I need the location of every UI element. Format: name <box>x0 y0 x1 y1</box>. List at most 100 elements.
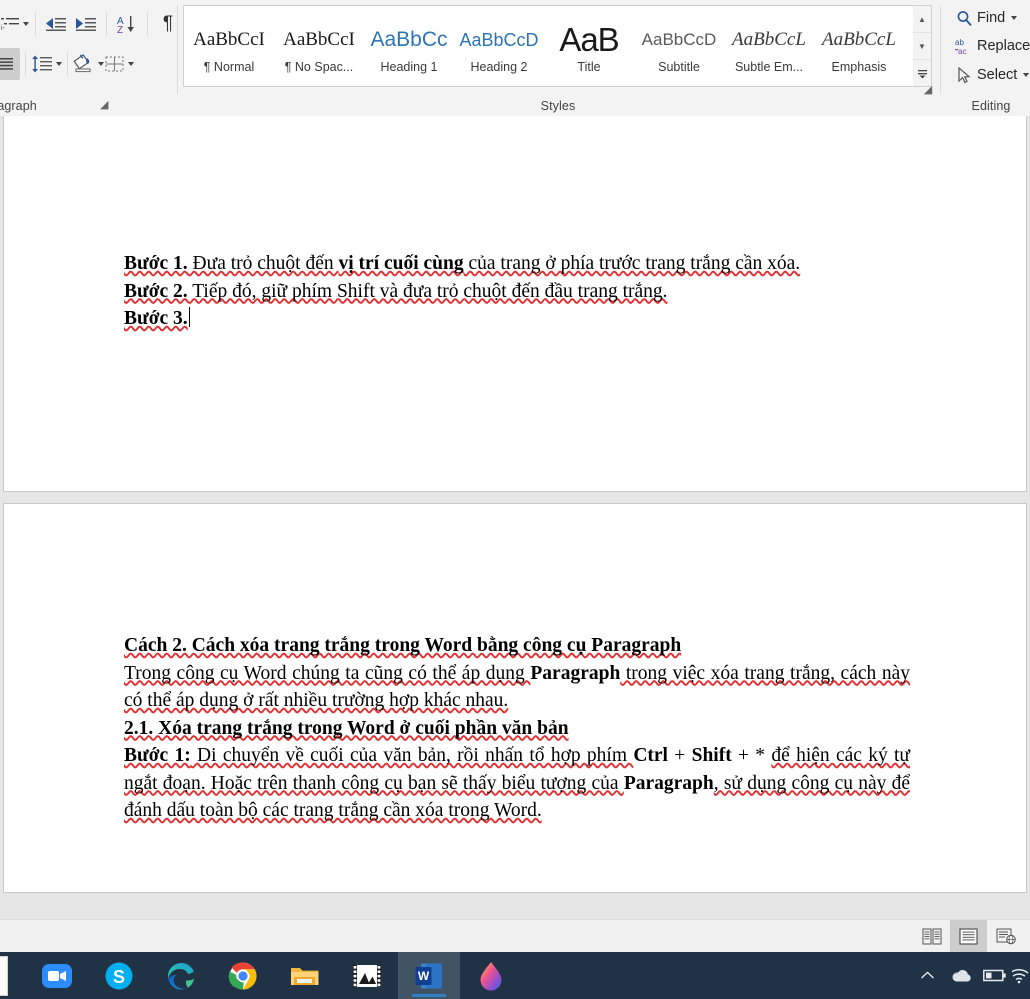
battery-icon <box>983 969 1007 982</box>
document-page-2[interactable]: Cách 2. Cách xóa trang trắng trong Word … <box>3 503 1027 893</box>
wifi-icon <box>1012 968 1030 984</box>
taskbar-item-file-explorer[interactable] <box>274 952 336 999</box>
paragraph-buoc-1: Bước 1. Đưa trỏ chuột đến vị trí cuối cù… <box>124 250 910 278</box>
paragraph-buoc-2: Bước 2. Tiếp đó, giữ phím Shift và đưa t… <box>124 278 910 306</box>
buoc1-text-b: của trang ở phía trước trang trắng cần x… <box>464 253 801 274</box>
align-justify-button[interactable] <box>0 48 20 80</box>
document-page-1[interactable]: Bước 1. Đưa trỏ chuột đến vị trí cuối cù… <box>3 116 1027 492</box>
page-2-text-body[interactable]: Cách 2. Cách xóa trang trắng trong Word … <box>124 632 910 825</box>
style-preview: AaBbCc <box>365 18 453 62</box>
document-canvas[interactable]: Bước 1. Đưa trỏ chuột đến vị trí cuối cù… <box>0 116 1030 919</box>
more-styles-icon <box>917 68 928 79</box>
multilevel-list-button[interactable]: i- <box>0 8 30 40</box>
style-item-emphasis[interactable]: AaBbCcL Emphasis <box>814 6 904 86</box>
divider <box>147 12 148 36</box>
heading-cach-2-text: Cách 2. Cách xóa trang trắng trong Word … <box>124 635 681 656</box>
borders-caret-icon <box>128 62 134 66</box>
word-application-window: i- <box>0 0 1030 999</box>
zoom-icon <box>42 961 72 991</box>
styles-gallery[interactable]: AaBbCcI ¶ Normal AaBbCcI ¶ No Spac... Aa… <box>183 5 915 87</box>
taskbar-running-indicator <box>412 994 446 997</box>
justify-icon <box>0 57 14 72</box>
replace-button[interactable]: ab ac Replace <box>951 33 1030 59</box>
taskbar-item-skype[interactable]: S <box>88 952 150 999</box>
decrease-indent-button[interactable] <box>41 8 71 40</box>
page-1-text-body[interactable]: Bước 1. Đưa trỏ chuột đến vị trí cuối cù… <box>124 250 910 333</box>
svg-text:ab: ab <box>955 38 964 47</box>
buoc1-label: Bước 1. <box>124 253 188 274</box>
microsoft-edge-icon <box>166 961 196 991</box>
styles-dialog-launcher[interactable]: ◢ <box>922 84 934 96</box>
indent-left-icon <box>45 16 67 33</box>
read-mode-button[interactable] <box>913 920 950 953</box>
select-caret-icon <box>1023 73 1029 77</box>
style-item-subtitle[interactable]: AaBbCcD Subtitle <box>634 6 724 86</box>
taskbar-item-zoom[interactable] <box>26 952 88 999</box>
show-hidden-icons-button[interactable] <box>910 952 944 999</box>
taskbar-item-paint-3d[interactable] <box>460 952 522 999</box>
divider <box>35 12 36 36</box>
buoc3-label: Bước 3. <box>124 308 188 329</box>
borders-button[interactable] <box>104 48 134 80</box>
network-tray-button[interactable] <box>1012 952 1030 999</box>
style-label: ¶ No Spac... <box>285 60 354 74</box>
windows-taskbar: S <box>0 952 1030 999</box>
group-separator <box>177 6 178 94</box>
styles-more-button[interactable] <box>913 60 931 86</box>
style-item-title[interactable]: AaB Title <box>544 6 634 86</box>
print-layout-button[interactable] <box>950 920 987 953</box>
style-label: Heading 2 <box>471 60 528 74</box>
taskbar-search-box[interactable] <box>0 956 8 996</box>
heading-2-1-text: 2.1. Xóa trang trắng trong Word ở cuối p… <box>124 718 569 739</box>
heading-cach-2: Cách 2. Cách xóa trang trắng trong Word … <box>124 632 910 660</box>
style-item-normal[interactable]: AaBbCcI ¶ Normal <box>184 6 274 86</box>
style-item-heading-2[interactable]: AaBbCcD Heading 2 <box>454 6 544 86</box>
web-layout-button[interactable] <box>987 920 1024 953</box>
styles-gallery-scrollbar[interactable]: ▲ ▼ <box>913 5 932 87</box>
taskbar-item-microsoft-word[interactable]: W <box>398 952 460 999</box>
styles-group-label: Styles <box>180 99 936 113</box>
shading-button[interactable] <box>73 48 104 80</box>
onedrive-tray-button[interactable] <box>944 952 978 999</box>
style-item-subtle-emphasis[interactable]: AaBbCcL Subtle Em... <box>724 6 814 86</box>
status-bar <box>0 919 1030 953</box>
divider <box>106 12 107 36</box>
replace-icon: ab ac <box>951 37 977 56</box>
buoc2-text: Tiếp đó, giữ phím Shift và đưa trỏ chuột… <box>188 281 668 302</box>
styles-scroll-up-button[interactable]: ▲ <box>913 6 931 33</box>
ribbon-group-paragraph: i- <box>0 0 180 116</box>
battery-tray-button[interactable] <box>978 952 1012 999</box>
select-button[interactable]: Select <box>951 62 1029 88</box>
multilevel-list-icon: i- <box>1 16 20 32</box>
view-mode-buttons <box>913 920 1024 953</box>
paragraph-dialog-launcher[interactable]: ◢ <box>100 98 108 111</box>
line-spacing-button[interactable] <box>31 48 62 80</box>
heading-2-1: 2.1. Xóa trang trắng trong Word ở cuối p… <box>124 715 910 743</box>
pilcrow-icon: ¶ <box>163 13 173 35</box>
taskbar-item-google-chrome[interactable] <box>212 952 274 999</box>
taskbar-item-photos[interactable] <box>336 952 398 999</box>
print-layout-icon <box>959 928 978 945</box>
paragraph-row-1: i- <box>0 8 183 40</box>
show-formatting-marks-button[interactable]: ¶ <box>153 8 183 40</box>
buoc1-bold: vị trí cuối cùng <box>339 253 464 274</box>
find-button[interactable]: Find <box>951 5 1017 31</box>
increase-indent-button[interactable] <box>71 8 101 40</box>
svg-text:i-: i- <box>1 25 6 32</box>
sort-button[interactable]: A Z <box>112 8 142 40</box>
paragraph-step-1: Bước 1: Di chuyển về cuối của văn bản, r… <box>124 742 910 825</box>
paint-3d-icon <box>478 961 504 991</box>
styles-scroll-down-button[interactable]: ▼ <box>913 33 931 60</box>
paragraph-buoc-3: Bước 3. <box>124 305 910 333</box>
taskbar-item-microsoft-edge[interactable] <box>150 952 212 999</box>
editing-group-label: Editing <box>941 99 1030 113</box>
google-chrome-icon <box>228 961 258 991</box>
divider <box>25 52 26 76</box>
style-item-heading-1[interactable]: AaBbCc Heading 1 <box>364 6 454 86</box>
text-cursor <box>189 307 191 327</box>
intro-text-a: Trong công cụ Word chúng ta cũng có thể … <box>124 663 530 684</box>
step-label: Bước 1: <box>124 745 191 766</box>
style-item-no-spacing[interactable]: AaBbCcI ¶ No Spac... <box>274 6 364 86</box>
step-bold-paragraph: Paragraph <box>624 773 714 794</box>
read-mode-icon <box>922 928 942 945</box>
